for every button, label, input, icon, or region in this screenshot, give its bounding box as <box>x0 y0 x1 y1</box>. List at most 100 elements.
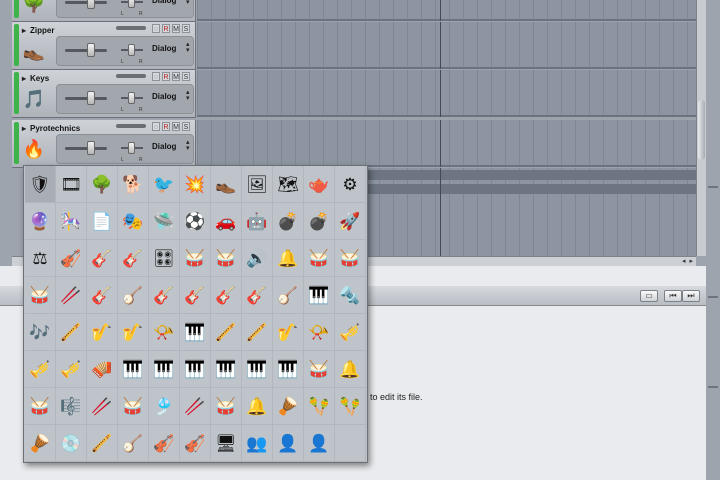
shoe-icon[interactable]: 👞 <box>211 166 242 203</box>
timpani-icon[interactable]: 🥁 <box>25 388 56 425</box>
drumsticks-icon[interactable]: 🥢 <box>56 277 87 314</box>
scroll-arrows[interactable]: ◂ ▸ <box>682 257 694 265</box>
tabla-icon[interactable]: 🥁 <box>211 388 242 425</box>
mute-button[interactable]: M <box>172 24 180 33</box>
track-row[interactable]: ◌ R M S 🌳 L R Dialog ▴▾ <box>0 0 696 22</box>
bulb-button[interactable]: ◌ <box>152 122 160 131</box>
volume-knob[interactable] <box>87 43 95 57</box>
vertical-scrollbar[interactable] <box>696 0 706 256</box>
volume-knob[interactable] <box>87 141 95 155</box>
soccer-ball-icon[interactable]: ⚽ <box>180 203 211 240</box>
string-ensemble-icon[interactable]: 🎻 <box>180 425 211 462</box>
castanets-icon[interactable]: 🪇 <box>335 388 366 425</box>
explosion-icon[interactable]: 🔥 <box>22 137 46 161</box>
carousel-icon[interactable]: 🎠 <box>56 203 87 240</box>
scroll-thumb[interactable] <box>698 100 705 160</box>
screen-icon[interactable]: 🖥 <box>211 425 242 462</box>
volume-slider[interactable] <box>65 97 107 100</box>
track-lane[interactable] <box>197 0 696 21</box>
pan-control[interactable]: L R <box>117 139 145 163</box>
bird-icon[interactable]: 🐦 <box>149 166 180 203</box>
red-guitar-icon[interactable]: 🎸 <box>149 277 180 314</box>
tree-icon[interactable]: 🌳 <box>22 0 46 15</box>
gong-icon[interactable]: 🔔 <box>273 240 304 277</box>
didgeridoo-icon[interactable]: 🪈 <box>87 425 118 462</box>
voice-select-arrows[interactable]: ▴▾ <box>186 0 190 6</box>
record-button[interactable]: R <box>162 72 170 81</box>
sunburst-guitar-icon[interactable]: 🎸 <box>180 277 211 314</box>
speaker-icon[interactable]: 🔊 <box>242 240 273 277</box>
solo-button[interactable]: S <box>182 122 190 131</box>
bomb-icon[interactable]: 💣 <box>304 203 335 240</box>
volume-knob[interactable] <box>87 91 95 105</box>
choir-icon[interactable]: 👥 <box>242 425 273 462</box>
tam-tam-icon[interactable]: 🪘 <box>273 388 304 425</box>
scale-icon[interactable]: ⚖ <box>25 240 56 277</box>
accordion-icon[interactable]: 🪗 <box>87 351 118 388</box>
synth-keys-icon[interactable]: 🎹 <box>211 351 242 388</box>
ufo-icon[interactable]: 🛸 <box>149 203 180 240</box>
cowbell-icon[interactable]: 🔔 <box>242 388 273 425</box>
wind-chimes-icon[interactable]: 🎐 <box>149 388 180 425</box>
frame-icon[interactable]: 🖼 <box>242 166 273 203</box>
brass-section-icon[interactable]: 🎺 <box>56 351 87 388</box>
gear-icon[interactable]: ⚙ <box>335 166 366 203</box>
voice-select[interactable]: Dialog <box>152 44 176 53</box>
bass-guitar-icon[interactable]: 🎸 <box>118 240 149 277</box>
mallets-icon[interactable]: 🥢 <box>87 388 118 425</box>
track-name[interactable]: Zipper <box>22 26 54 35</box>
blue-guitar-icon[interactable]: 🎸 <box>211 277 242 314</box>
volume-slider[interactable] <box>65 1 107 4</box>
track-name[interactable]: Pyrotechnics <box>22 124 80 133</box>
record-icon[interactable]: 💿 <box>56 425 87 462</box>
voice-select[interactable]: Dialog <box>152 0 176 5</box>
voice-select-arrows[interactable]: ▴▾ <box>186 41 190 54</box>
bagpipes-icon[interactable]: 🎶 <box>25 314 56 351</box>
pan-control[interactable]: L R <box>117 0 145 17</box>
mandolin-icon[interactable]: 🪕 <box>273 277 304 314</box>
pipe-icon[interactable]: 🔩 <box>335 277 366 314</box>
flute-icon[interactable]: 🪈 <box>56 314 87 351</box>
track-row[interactable]: Pyrotechnics ◌ R M S 🔥 L R Dialog ▴▾ <box>0 120 696 168</box>
piano-keys-icon[interactable]: 🎹 <box>149 351 180 388</box>
bulb-button[interactable]: ◌ <box>152 24 160 33</box>
pan-flute-icon[interactable]: 🪈 <box>211 314 242 351</box>
mute-button[interactable]: M <box>172 122 180 131</box>
dog-icon[interactable]: 🐕 <box>118 166 149 203</box>
pan-knob[interactable] <box>128 44 135 56</box>
keyboard-icon[interactable]: 🎹 <box>118 351 149 388</box>
robot-icon[interactable]: 🤖 <box>242 203 273 240</box>
claves-icon[interactable]: 🥢 <box>180 388 211 425</box>
tom-drum-icon[interactable]: 🥁 <box>335 240 366 277</box>
track-lane[interactable] <box>197 120 696 167</box>
sheet-music-icon[interactable]: 📄 <box>87 203 118 240</box>
glass-icon[interactable]: 🔮 <box>25 203 56 240</box>
view-toggle-button[interactable]: ▭ <box>640 290 658 302</box>
xylophone-icon[interactable]: 🎼 <box>56 388 87 425</box>
pan-knob[interactable] <box>128 92 135 104</box>
pan-control[interactable]: L R <box>117 89 145 113</box>
trombone-icon[interactable]: 🎺 <box>335 314 366 351</box>
cymbal-icon[interactable]: 🥁 <box>180 240 211 277</box>
cello-icon[interactable]: 🎻 <box>56 240 87 277</box>
cannon-icon[interactable]: 💣 <box>273 203 304 240</box>
track-lane[interactable] <box>197 22 696 69</box>
tambourine-icon[interactable]: 🪘 <box>25 425 56 462</box>
synth-module-icon[interactable]: 🎛 <box>149 240 180 277</box>
electric-guitar-icon[interactable]: 🎸 <box>87 240 118 277</box>
stage-icon[interactable]: 🎭 <box>118 203 149 240</box>
explosion-icon[interactable]: 💥 <box>180 166 211 203</box>
maracas-icon[interactable]: 🪇 <box>304 388 335 425</box>
bulb-button[interactable]: ◌ <box>152 72 160 81</box>
pan-control[interactable]: L R <box>117 41 145 65</box>
organ-icon[interactable]: 🎹 <box>180 351 211 388</box>
violin-icon[interactable]: 🎻 <box>149 425 180 462</box>
voice-select[interactable]: Dialog <box>152 142 176 151</box>
drum-kit-icon[interactable]: 🥁 <box>211 240 242 277</box>
solo-button[interactable]: S <box>182 24 190 33</box>
harmonica-icon[interactable]: 🎹 <box>304 277 335 314</box>
shield-icon[interactable]: 🛡 <box>25 166 56 203</box>
red-keyboard-icon[interactable]: 🎹 <box>242 351 273 388</box>
tuba-icon[interactable]: 📯 <box>304 314 335 351</box>
oboe-icon[interactable]: 🎷 <box>118 314 149 351</box>
